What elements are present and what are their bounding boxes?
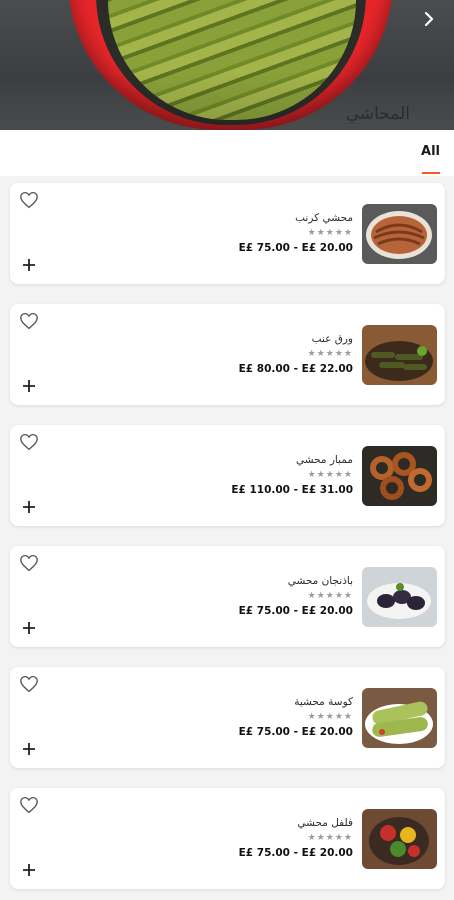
add-to-cart-icon[interactable] (21, 620, 37, 636)
product-thumbnail[interactable] (362, 446, 437, 506)
hero-banner: المحاشي (0, 0, 454, 130)
product-card[interactable]: ممبار محشي ★★★★★ E£ 110.00 - E£ 31.00 (10, 425, 445, 526)
product-price: E£ 75.00 - E£ 20.00 (238, 242, 353, 254)
product-card[interactable]: فلفل محشي ★★★★★ E£ 75.00 - E£ 20.00 (10, 788, 445, 889)
active-tab-indicator (422, 172, 440, 174)
product-card[interactable]: كوسة محشية ★★★★★ E£ 75.00 - E£ 20.00 (10, 667, 445, 768)
product-name: فلفل محشي (297, 817, 353, 829)
product-card[interactable]: ورق عنب ★★★★★ E£ 80.00 - E£ 22.00 (10, 304, 445, 405)
product-price: E£ 75.00 - E£ 20.00 (238, 847, 353, 859)
add-to-cart-icon[interactable] (21, 862, 37, 878)
product-card[interactable]: باذنجان محشي ★★★★★ E£ 75.00 - E£ 20.00 (10, 546, 445, 647)
product-name: ورق عنب (311, 333, 353, 345)
product-thumbnail[interactable] (362, 325, 437, 385)
rating-stars: ★★★★★ (307, 349, 353, 359)
rating-stars: ★★★★★ (307, 228, 353, 238)
back-button[interactable] (418, 8, 440, 30)
product-name: باذنجان محشي (287, 575, 353, 587)
heart-icon[interactable] (19, 554, 39, 572)
tab-all[interactable]: All (421, 144, 440, 159)
page-title: المحاشي (345, 104, 410, 124)
product-name: محشي كرنب (295, 212, 353, 224)
add-to-cart-icon[interactable] (21, 257, 37, 273)
product-name: ممبار محشي (296, 454, 353, 466)
heart-icon[interactable] (19, 675, 39, 693)
product-price: E£ 75.00 - E£ 20.00 (238, 726, 353, 738)
product-price: E£ 110.00 - E£ 31.00 (231, 484, 353, 496)
product-thumbnail[interactable] (362, 809, 437, 869)
rating-stars: ★★★★★ (307, 712, 353, 722)
product-price: E£ 80.00 - E£ 22.00 (238, 363, 353, 375)
rating-stars: ★★★★★ (307, 470, 353, 480)
product-thumbnail[interactable] (362, 688, 437, 748)
heart-icon[interactable] (19, 191, 39, 209)
heart-icon[interactable] (19, 433, 39, 451)
rating-stars: ★★★★★ (307, 833, 353, 843)
product-thumbnail[interactable] (362, 204, 437, 264)
product-name: كوسة محشية (294, 696, 353, 708)
product-card[interactable]: محشي كرنب ★★★★★ E£ 75.00 - E£ 20.00 (10, 183, 445, 284)
chevron-right-icon (424, 11, 434, 27)
product-price: E£ 75.00 - E£ 20.00 (238, 605, 353, 617)
rating-stars: ★★★★★ (307, 591, 353, 601)
add-to-cart-icon[interactable] (21, 499, 37, 515)
heart-icon[interactable] (19, 796, 39, 814)
tab-bar: All (0, 130, 454, 176)
product-thumbnail[interactable] (362, 567, 437, 627)
add-to-cart-icon[interactable] (21, 741, 37, 757)
add-to-cart-icon[interactable] (21, 378, 37, 394)
heart-icon[interactable] (19, 312, 39, 330)
